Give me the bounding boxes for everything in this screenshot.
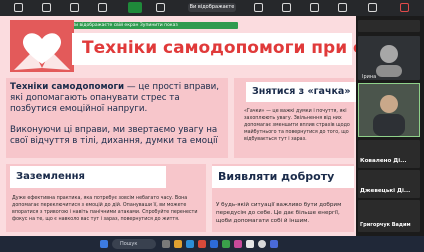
folder-icon[interactable]: [174, 240, 182, 248]
sharing-status: Ви відображаєте: [188, 3, 236, 12]
hands-heart-logo: [10, 20, 74, 72]
taskbar-search[interactable]: Пошук: [112, 239, 156, 249]
card-kindness-text: У будь-якій ситуації важливо бути добрим…: [216, 202, 342, 224]
app-icon[interactable]: [234, 240, 242, 248]
card-grounding-text: Дуже ефективна практика, яка потребує зо…: [12, 196, 198, 222]
intro-text-2: Виконуючи ці вправи, ми звертаємо увагу …: [10, 125, 218, 146]
participant-name: Джевецькі Ді...: [360, 188, 411, 194]
reactions-icon[interactable]: [246, 1, 270, 14]
chat-icon[interactable]: [90, 1, 114, 14]
card-unhook-text: «Гачки» — це важкі думки і почуття, які …: [244, 109, 350, 142]
card-grounding-title: Заземлення: [10, 166, 166, 188]
intro-text: Техніки самодопомоги — це прості вправи,…: [10, 82, 224, 115]
card-unhook-title: Знятися з «гачка»: [246, 82, 356, 102]
windows-start-icon[interactable]: [100, 240, 108, 248]
panel-header: [358, 20, 420, 32]
whiteboard-icon[interactable]: [302, 1, 326, 14]
task-view-icon[interactable]: [162, 240, 170, 248]
app-icon[interactable]: [198, 240, 206, 248]
end-icon[interactable]: [392, 1, 416, 14]
camera-icon[interactable]: [34, 1, 58, 14]
edge-icon[interactable]: [186, 240, 194, 248]
participant-name: Григорчук Вадим: [360, 222, 411, 228]
app-icon[interactable]: [270, 240, 278, 248]
app-icon[interactable]: [222, 240, 230, 248]
participant-name: Ковалено Ді...: [360, 158, 407, 164]
mic-icon[interactable]: [6, 1, 30, 14]
meeting-toolbar: Ви відображаєте: [0, 0, 424, 16]
active-speaker-tile[interactable]: [358, 83, 420, 137]
slide-title: Техніки самодопомоги при стресі: [82, 38, 413, 58]
card-kindness-title: Виявляти доброту: [212, 166, 354, 188]
settings-icon[interactable]: [360, 1, 384, 14]
share-screen-button[interactable]: [128, 2, 142, 13]
intro-bold: Техніки самодопомоги: [10, 82, 125, 92]
chrome-icon[interactable]: [258, 240, 266, 248]
participants-icon[interactable]: [62, 1, 86, 14]
video-feed: [359, 84, 419, 136]
share-banner[interactable]: Ви відображаєте свій екран Зупинити пока…: [68, 22, 238, 29]
zoom-icon[interactable]: [210, 240, 218, 248]
annotate-icon[interactable]: [148, 1, 172, 14]
apps-icon[interactable]: [274, 1, 298, 14]
app-icon[interactable]: [246, 240, 254, 248]
more-icon[interactable]: [330, 1, 354, 14]
participant-name: Ірина: [362, 74, 377, 80]
